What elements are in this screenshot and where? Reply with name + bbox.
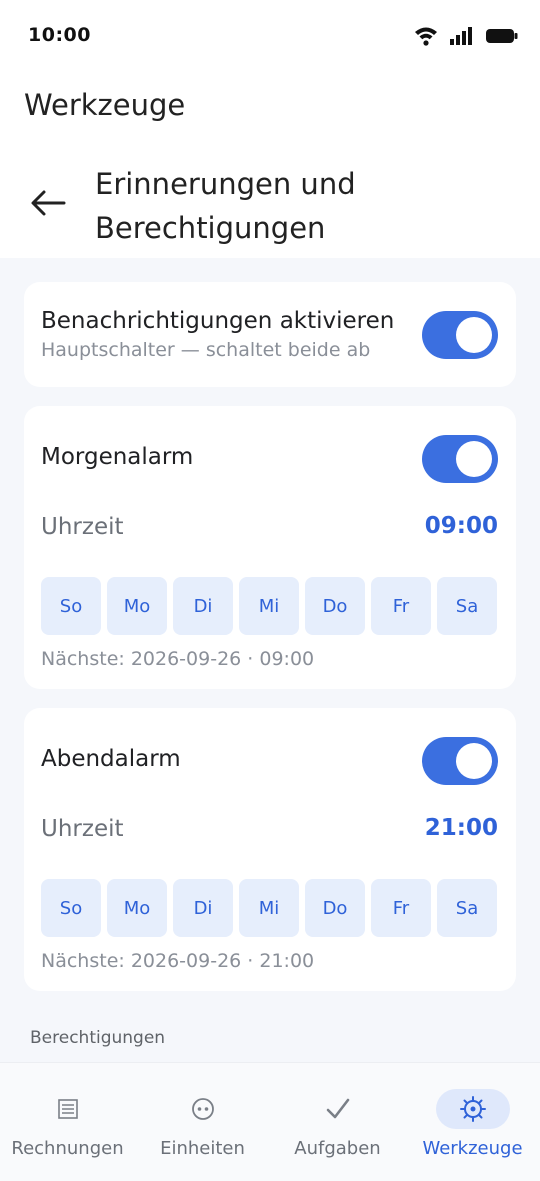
evening-day-so[interactable]: So — [41, 879, 101, 937]
evening-time-label: Uhrzeit — [41, 816, 124, 842]
master-notifications-card: Benachrichtigungen aktivieren Hauptschal… — [24, 282, 516, 387]
evening-time-value[interactable]: 21:00 — [425, 815, 498, 841]
nav-label-aufgaben: Aufgaben — [294, 1138, 381, 1159]
morning-day-do[interactable]: Do — [305, 577, 365, 635]
signal-icon — [450, 27, 472, 45]
evening-day-sa[interactable]: Sa — [437, 879, 497, 937]
master-hint: Hauptschalter — schaltet beide ab — [41, 339, 371, 361]
nav-label-einheiten: Einheiten — [160, 1138, 245, 1159]
status-bar: 10:00 — [0, 0, 540, 72]
check-icon — [301, 1089, 375, 1129]
morning-alarm-name: Morgenalarm — [41, 444, 194, 470]
sub-header: Erinnerungen und Berechtigungen — [0, 142, 540, 258]
morning-day-fr[interactable]: Fr — [371, 577, 431, 635]
nav-item-aufgaben[interactable]: Aufgaben — [270, 1063, 405, 1181]
nav-label-rechnungen: Rechnungen — [11, 1138, 124, 1159]
morning-day-so[interactable]: So — [41, 577, 101, 635]
morning-day-mo[interactable]: Mo — [107, 577, 167, 635]
status-time: 10:00 — [28, 24, 91, 46]
evening-day-fr[interactable]: Fr — [371, 879, 431, 937]
morning-alarm-toggle[interactable] — [422, 435, 498, 483]
evening-day-selector: So Mo Di Mi Do Fr Sa — [41, 879, 497, 937]
evening-day-mi[interactable]: Mi — [239, 879, 299, 937]
morning-time-label: Uhrzeit — [41, 514, 124, 540]
app-bar: Werkzeuge — [0, 72, 540, 142]
morning-day-sa[interactable]: Sa — [437, 577, 497, 635]
morning-day-mi[interactable]: Mi — [239, 577, 299, 635]
nav-item-werkzeuge[interactable]: Werkzeuge — [405, 1063, 540, 1181]
morning-day-di[interactable]: Di — [173, 577, 233, 635]
bottom-navigation: Rechnungen Einheiten Aufgaben Werkzeuge — [0, 1062, 540, 1181]
status-icons — [414, 26, 518, 46]
master-label: Benachrichtigungen aktivieren — [41, 308, 395, 334]
page-title: Erinnerungen und Berechtigungen — [95, 167, 356, 245]
content-area: Benachrichtigungen aktivieren Hauptschal… — [0, 258, 540, 1062]
evening-day-do[interactable]: Do — [305, 879, 365, 937]
permissions-section-label: Berechtigungen — [30, 1028, 166, 1048]
master-toggle[interactable] — [422, 311, 498, 359]
morning-day-selector: So Mo Di Mi Do Fr Sa — [41, 577, 497, 635]
evening-day-mo[interactable]: Mo — [107, 879, 167, 937]
toggle-knob — [456, 743, 492, 779]
back-arrow-icon[interactable] — [30, 188, 66, 218]
morning-alarm-card: Morgenalarm Uhrzeit 09:00 So Mo Di Mi Do… — [24, 406, 516, 689]
nav-label-werkzeuge: Werkzeuge — [422, 1138, 523, 1159]
battery-icon — [486, 29, 518, 43]
list-icon — [31, 1089, 105, 1129]
nav-item-einheiten[interactable]: Einheiten — [135, 1063, 270, 1181]
app-title: Werkzeuge — [24, 88, 186, 122]
evening-alarm-card: Abendalarm Uhrzeit 21:00 So Mo Di Mi Do … — [24, 708, 516, 991]
toggle-knob — [456, 441, 492, 477]
nav-item-rechnungen[interactable]: Rechnungen — [0, 1063, 135, 1181]
evening-alarm-name: Abendalarm — [41, 746, 181, 772]
morning-time-value[interactable]: 09:00 — [425, 513, 498, 539]
evening-next-trigger: Nächste: 2026-09-26 · 21:00 — [41, 950, 315, 972]
evening-alarm-toggle[interactable] — [422, 737, 498, 785]
face-icon — [166, 1089, 240, 1129]
gear-icon — [435, 1089, 510, 1129]
toggle-knob — [456, 317, 492, 353]
morning-next-trigger: Nächste: 2026-09-26 · 09:00 — [41, 648, 315, 670]
evening-day-di[interactable]: Di — [173, 879, 233, 937]
wifi-icon — [415, 27, 437, 46]
